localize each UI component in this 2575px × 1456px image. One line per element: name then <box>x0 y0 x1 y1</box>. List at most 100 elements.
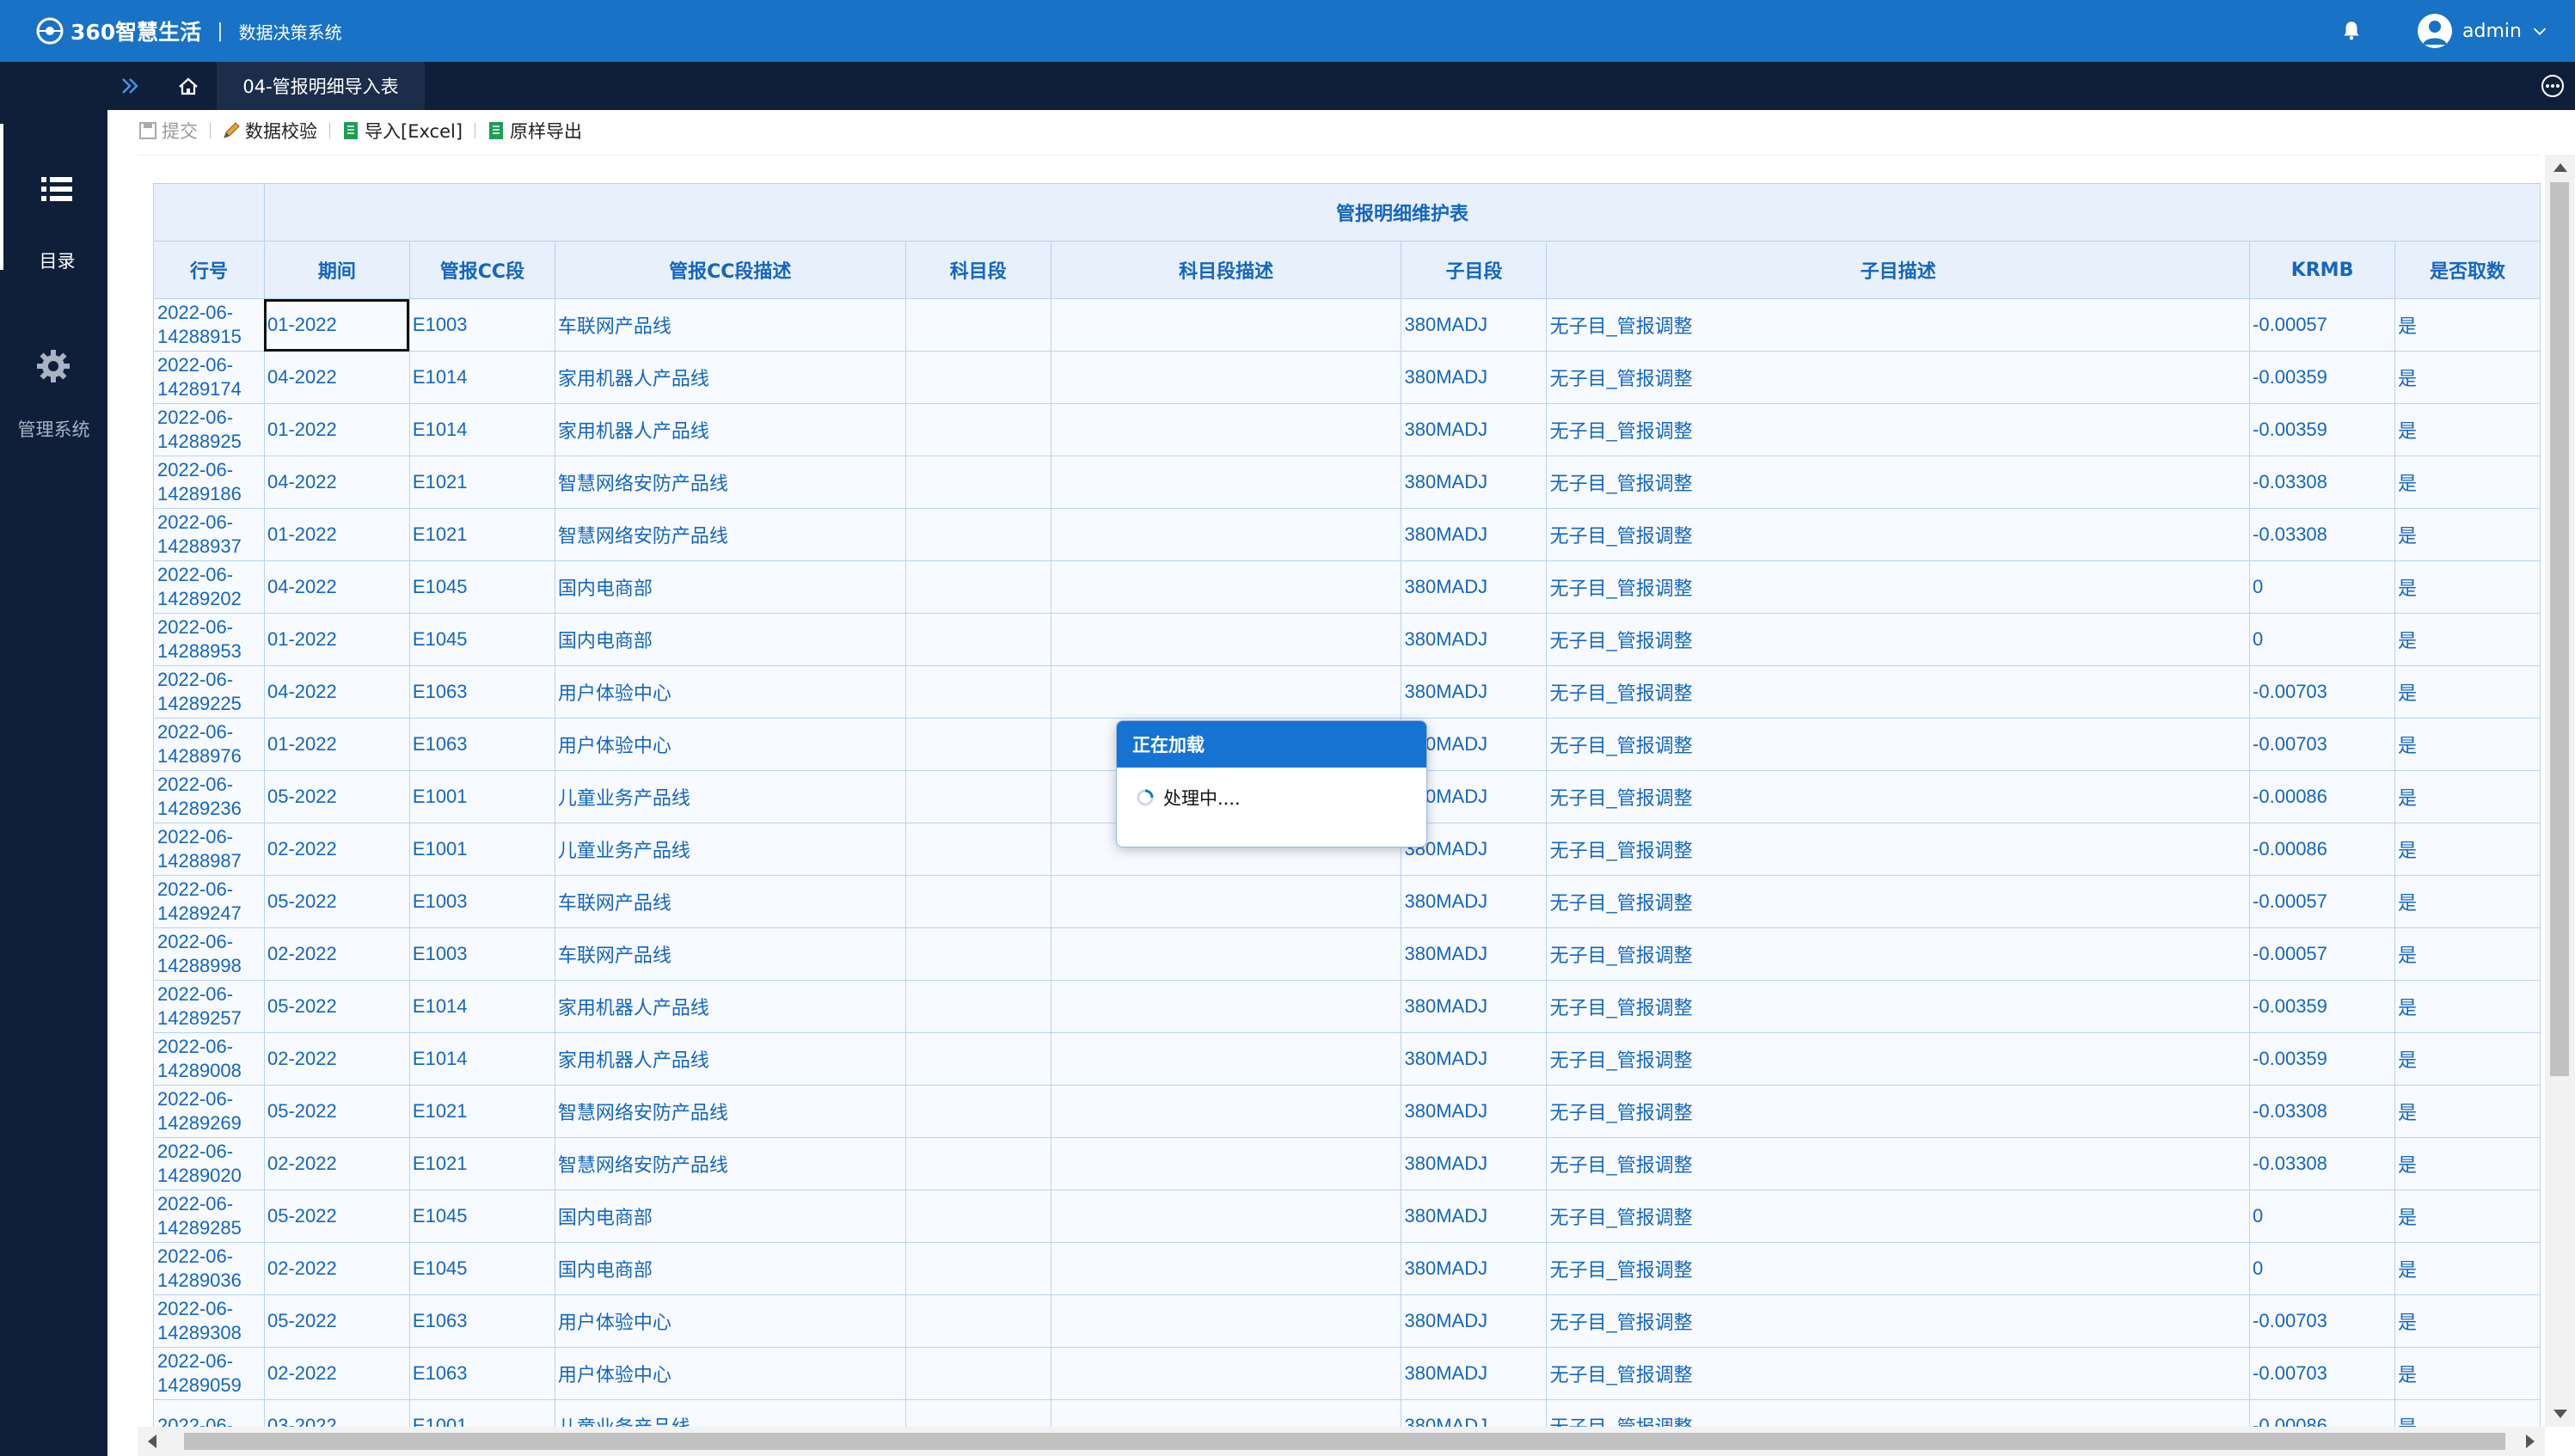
cc-desc-cell[interactable]: 家用机器人产品线 <box>554 403 906 456</box>
import-excel-button[interactable]: 导入[Excel] <box>340 118 463 144</box>
fetch-flag-cell[interactable]: 是 <box>2394 456 2541 509</box>
account-cell[interactable] <box>904 1032 1051 1086</box>
subaccount-desc-cell[interactable]: 无子目_管报调整 <box>1546 298 2251 352</box>
fetch-flag-cell[interactable]: 是 <box>2394 1399 2541 1428</box>
account-cell[interactable] <box>904 1294 1051 1348</box>
table-row[interactable]: 2022-06-14289174 04-2022 E1014 家用机器人产品线 380M… <box>153 351 2541 404</box>
period-cell[interactable]: 05-2022 <box>263 1294 410 1348</box>
table-row[interactable]: 2022-06-14289059 02-2022 E1063 用户体验中心 380MAD… <box>153 1347 2541 1400</box>
fetch-flag-cell[interactable]: 是 <box>2394 770 2541 823</box>
subaccount-desc-cell[interactable]: 无子目_管报调整 <box>1546 770 2251 823</box>
table-row[interactable]: 2022-06-14289186 04-2022 E1021 智慧网络安防产品线 380… <box>153 456 2541 509</box>
export-button[interactable]: 原样导出 <box>486 118 582 144</box>
period-cell[interactable]: 04-2022 <box>263 560 410 614</box>
cc-code-cell[interactable]: E1014 <box>408 403 555 456</box>
cc-code-cell[interactable]: E1021 <box>408 1137 555 1190</box>
column-header[interactable]: 期间 <box>263 241 410 299</box>
table-row[interactable]: 2022-06-14289257 05-2022 E1014 家用机器人产品线 380M… <box>153 980 2541 1033</box>
table-row[interactable]: 2022-06-14288915 01-2022 E1003 车联网产品线 380MAD… <box>153 298 2541 352</box>
cc-desc-cell[interactable]: 智慧网络安防产品线 <box>554 1137 906 1190</box>
horizontal-scroll-thumb[interactable] <box>184 1433 2505 1450</box>
subaccount-desc-cell[interactable]: 无子目_管报调整 <box>1546 875 2251 928</box>
subaccount-desc-cell[interactable]: 无子目_管报调整 <box>1546 1242 2251 1295</box>
account-cell[interactable] <box>904 560 1051 614</box>
period-cell[interactable]: 03-2022 <box>263 1399 410 1428</box>
subaccount-desc-cell[interactable]: 无子目_管报调整 <box>1546 1190 2251 1243</box>
fetch-flag-cell[interactable]: 是 <box>2394 980 2541 1033</box>
account-desc-cell[interactable] <box>1050 875 1402 928</box>
krmb-cell[interactable]: -0.00057 <box>2249 927 2395 981</box>
account-cell[interactable] <box>904 1242 1051 1295</box>
account-cell[interactable] <box>904 665 1051 719</box>
account-desc-cell[interactable] <box>1050 665 1402 719</box>
subaccount-cell[interactable]: 380MADJ <box>1401 508 1548 561</box>
column-header[interactable]: 管报CC段描述 <box>554 241 906 299</box>
table-row[interactable]: 2022-06-14289247 05-2022 E1003 车联网产品线 380MAD… <box>153 875 2541 928</box>
cc-desc-cell[interactable]: 国内电商部 <box>554 560 906 614</box>
cc-desc-cell[interactable]: 车联网产品线 <box>554 875 906 928</box>
account-cell[interactable] <box>904 1347 1051 1400</box>
subaccount-cell[interactable]: 380MADJ <box>1401 980 1548 1033</box>
subaccount-desc-cell[interactable]: 无子目_管报调整 <box>1546 927 2251 981</box>
account-desc-cell[interactable] <box>1050 1399 1402 1428</box>
cc-code-cell[interactable]: E1021 <box>408 508 555 561</box>
fetch-flag-cell[interactable]: 是 <box>2394 927 2541 981</box>
subaccount-desc-cell[interactable]: 无子目_管报调整 <box>1546 1085 2251 1138</box>
row-number-cell[interactable]: 2022-06-14289202 <box>153 560 265 614</box>
cc-desc-cell[interactable]: 用户体验中心 <box>554 665 906 719</box>
krmb-cell[interactable]: -0.00703 <box>2249 1294 2395 1348</box>
krmb-cell[interactable]: 0 <box>2249 1242 2395 1295</box>
column-header[interactable]: 是否取数 <box>2394 241 2541 299</box>
row-number-cell[interactable]: 2022-06-14289008 <box>153 1032 265 1086</box>
cc-desc-cell[interactable]: 儿童业务产品线 <box>554 823 906 876</box>
cc-desc-cell[interactable]: 家用机器人产品线 <box>554 980 906 1033</box>
account-cell[interactable] <box>904 351 1051 404</box>
account-cell[interactable] <box>904 823 1051 876</box>
table-row[interactable]: 2022-06-14289225 04-2022 E1063 用户体验中心 380MAD… <box>153 665 2541 719</box>
subaccount-cell[interactable]: 380MADJ <box>1401 1085 1548 1138</box>
cc-code-cell[interactable]: E1014 <box>408 980 555 1033</box>
krmb-cell[interactable]: 0 <box>2249 613 2395 666</box>
scroll-right-arrow-icon[interactable] <box>2526 1435 2535 1448</box>
account-desc-cell[interactable] <box>1050 980 1402 1033</box>
expand-sidebar-icon[interactable] <box>113 62 147 110</box>
cc-code-cell[interactable]: E1001 <box>408 770 555 823</box>
account-cell[interactable] <box>904 1085 1051 1138</box>
subaccount-desc-cell[interactable]: 无子目_管报调整 <box>1546 351 2251 404</box>
fetch-flag-cell[interactable]: 是 <box>2394 1190 2541 1243</box>
krmb-cell[interactable]: -0.00086 <box>2249 1399 2395 1428</box>
account-cell[interactable] <box>904 770 1051 823</box>
cc-code-cell[interactable]: E1001 <box>408 1399 555 1428</box>
subaccount-cell[interactable]: 380MADJ <box>1401 1242 1548 1295</box>
row-number-cell[interactable]: 2022-06-14289257 <box>153 980 265 1033</box>
subaccount-cell[interactable]: 380MADJ <box>1401 1137 1548 1190</box>
account-desc-cell[interactable] <box>1050 1032 1402 1086</box>
subaccount-cell[interactable]: 380MADJ <box>1401 1347 1548 1400</box>
subaccount-desc-cell[interactable]: 无子目_管报调整 <box>1546 613 2251 666</box>
account-cell[interactable] <box>904 980 1051 1033</box>
account-desc-cell[interactable] <box>1050 1085 1402 1138</box>
vertical-scroll-thumb[interactable] <box>2550 182 2569 1076</box>
account-cell[interactable] <box>904 613 1051 666</box>
cc-desc-cell[interactable]: 儿童业务产品线 <box>554 1399 906 1428</box>
period-cell[interactable]: 02-2022 <box>263 1242 410 1295</box>
account-cell[interactable] <box>904 1399 1051 1428</box>
period-cell[interactable]: 02-2022 <box>263 1137 410 1190</box>
cc-code-cell[interactable]: E1063 <box>408 665 555 719</box>
scroll-up-arrow-icon[interactable] <box>2554 163 2567 172</box>
row-number-cell[interactable]: 2022-06-14288937 <box>153 508 265 561</box>
row-number-cell[interactable]: 2022-06-14289174 <box>153 351 265 404</box>
cc-desc-cell[interactable]: 智慧网络安防产品线 <box>554 456 906 509</box>
account-desc-cell[interactable] <box>1050 351 1402 404</box>
cc-code-cell[interactable]: E1045 <box>408 613 555 666</box>
period-cell[interactable]: 02-2022 <box>263 1032 410 1086</box>
bell-icon[interactable] <box>2340 19 2363 41</box>
period-cell[interactable]: 01-2022 <box>263 718 410 771</box>
cc-code-cell[interactable]: E1001 <box>408 823 555 876</box>
account-cell[interactable] <box>904 718 1051 771</box>
fetch-flag-cell[interactable]: 是 <box>2394 613 2541 666</box>
sidebar-item-catalog[interactable]: 目录 <box>0 124 111 272</box>
period-cell[interactable]: 04-2022 <box>263 351 410 404</box>
account-desc-cell[interactable] <box>1050 1347 1402 1400</box>
fetch-flag-cell[interactable]: 是 <box>2394 1032 2541 1086</box>
